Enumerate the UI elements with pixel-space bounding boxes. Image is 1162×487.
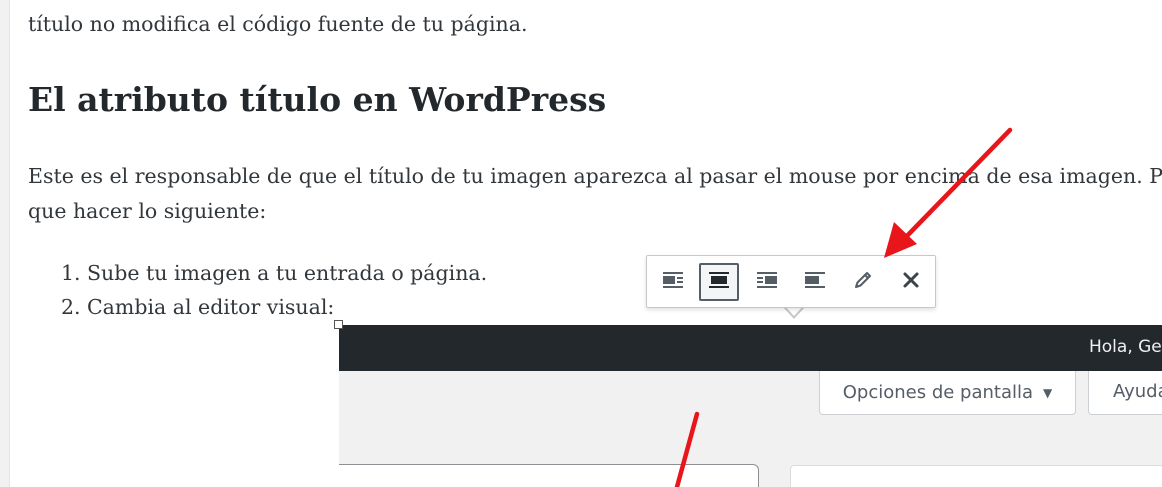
list-item-text: Cambia al editor visual: xyxy=(87,295,335,319)
list-item-text: Sube tu imagen a tu entrada o página. xyxy=(87,261,488,285)
align-left-button[interactable] xyxy=(653,263,693,301)
steps-list: 1. Sube tu imagen a tu entrada o página.… xyxy=(28,256,487,324)
paragraph-line-1: Este es el responsable de que el título … xyxy=(28,164,1162,188)
align-none-button[interactable] xyxy=(795,263,835,301)
image-resize-handle[interactable] xyxy=(334,320,343,329)
list-item: 1. Sube tu imagen a tu entrada o página. xyxy=(28,256,487,290)
pencil-edit-icon xyxy=(852,269,874,295)
annotation-arrow-icon xyxy=(884,127,1013,258)
list-item-number: 1. xyxy=(61,261,81,285)
close-remove-icon xyxy=(902,271,920,293)
align-right-button[interactable] xyxy=(747,263,787,301)
align-right-icon xyxy=(756,270,778,294)
screen-options-tab: Opciones de pantalla ▼ xyxy=(819,371,1076,415)
screen-options-label: Opciones de pantalla xyxy=(842,382,1034,403)
admin-bar: Hola, Ge xyxy=(339,325,1162,371)
image-toolbar xyxy=(646,255,936,308)
align-left-icon xyxy=(662,270,684,294)
side-box xyxy=(790,465,1162,487)
list-item: 2. Cambia al editor visual: xyxy=(28,290,487,324)
align-center-button[interactable] xyxy=(699,263,739,301)
paragraph-fragment: título no modifica el código fuente de t… xyxy=(28,12,528,36)
list-item-number: 2. xyxy=(61,295,81,319)
paragraph-line-2: que hacer lo siguiente: xyxy=(28,199,267,223)
remove-image-button[interactable] xyxy=(891,263,931,301)
admin-greeting: Hola, Ge xyxy=(1089,337,1162,357)
align-center-icon xyxy=(708,270,730,294)
edit-image-button[interactable] xyxy=(843,263,883,301)
align-none-icon xyxy=(804,270,826,294)
editor-left-gutter xyxy=(0,0,10,487)
title-input-box xyxy=(339,464,759,487)
caret-down-icon: ▼ xyxy=(1043,385,1053,400)
section-heading: El atributo título en WordPress xyxy=(28,80,607,119)
help-tab: Ayuda xyxy=(1088,371,1162,415)
help-label: Ayuda xyxy=(1113,381,1162,402)
embedded-screenshot-image[interactable]: Hola, Ge Opciones de pantalla ▼ Ayuda xyxy=(339,325,1162,487)
